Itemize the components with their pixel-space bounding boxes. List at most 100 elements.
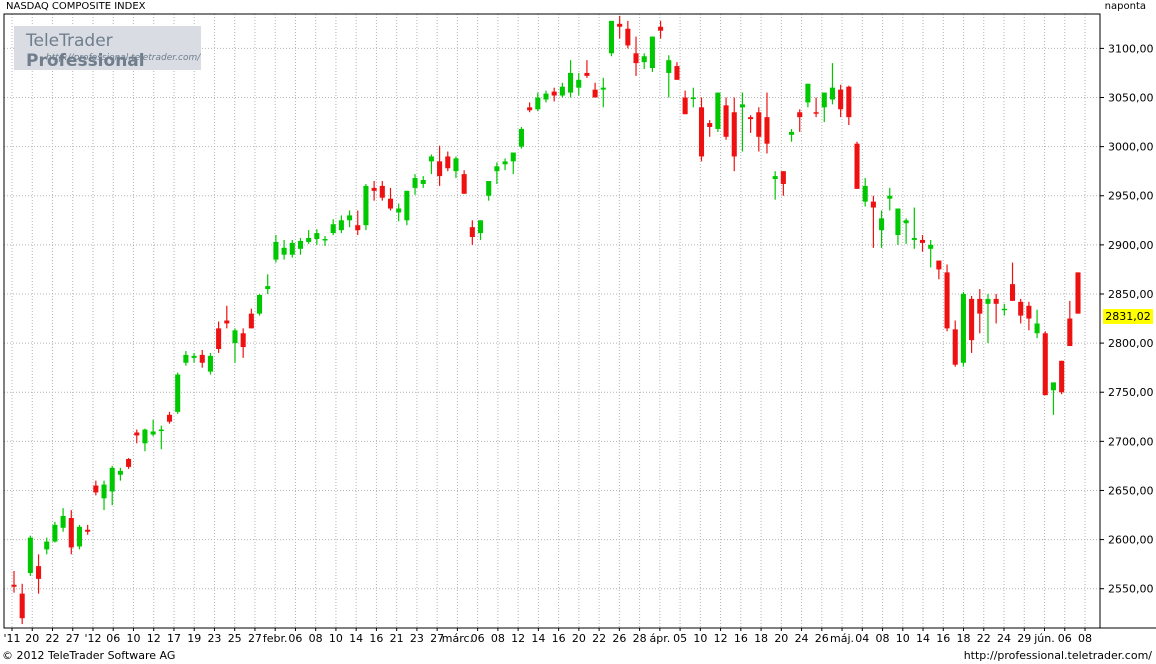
x-tick-label: 21 bbox=[390, 632, 404, 645]
x-tick-label: 10 bbox=[896, 632, 910, 645]
candle-body bbox=[535, 97, 541, 110]
x-tick-label: 29 bbox=[1017, 632, 1031, 645]
candle bbox=[76, 524, 83, 550]
candle-body bbox=[690, 97, 696, 100]
candle-body bbox=[805, 83, 811, 103]
candle bbox=[649, 36, 655, 72]
x-tick-label: 06 bbox=[1058, 632, 1072, 645]
candle-body bbox=[428, 156, 434, 162]
candle-body bbox=[322, 238, 328, 241]
x-tick-label: 26 bbox=[815, 632, 829, 645]
candle-body bbox=[813, 112, 819, 114]
candle-body bbox=[166, 414, 173, 422]
y-tick-label: 3100,00 bbox=[1108, 42, 1154, 55]
candle-body bbox=[625, 28, 631, 46]
candle-body bbox=[731, 112, 737, 157]
x-tick-label: márc. bbox=[442, 632, 473, 645]
candle-body bbox=[1050, 382, 1056, 391]
candle-body bbox=[960, 293, 966, 363]
x-tick-label: ápr. bbox=[649, 632, 670, 645]
x-tick-label: 06 bbox=[471, 632, 485, 645]
x-tick-label: 22 bbox=[977, 632, 991, 645]
candle-body bbox=[396, 208, 402, 213]
candle-body bbox=[715, 92, 721, 129]
candle-body bbox=[60, 516, 66, 528]
x-tick-label: 16 bbox=[369, 632, 383, 645]
y-tick-label: 2850,00 bbox=[1108, 288, 1154, 301]
candle-body bbox=[52, 524, 58, 542]
candle-body bbox=[36, 566, 42, 579]
x-tick-label: 10 bbox=[693, 632, 707, 645]
candle-body bbox=[330, 224, 336, 234]
x-tick-label: 08 bbox=[876, 632, 890, 645]
candle-body bbox=[76, 526, 83, 547]
chart-window: 2550,00 2600,00 2650,00 2700,00 2750,00 2800,… bbox=[0, 0, 1156, 664]
candle-body bbox=[780, 171, 786, 184]
candle-body bbox=[477, 220, 484, 234]
x-tick-label: 25 bbox=[228, 632, 242, 645]
candle-body bbox=[936, 260, 942, 270]
candle-body bbox=[11, 584, 17, 587]
candle-body bbox=[649, 36, 655, 69]
candle-body bbox=[85, 529, 91, 532]
candle-body bbox=[257, 294, 263, 314]
candle-body bbox=[674, 66, 680, 80]
candle-body bbox=[928, 244, 934, 249]
x-tick-label: 14 bbox=[531, 632, 545, 645]
candle bbox=[27, 535, 33, 576]
candle-body bbox=[273, 241, 279, 260]
candle-body bbox=[1001, 308, 1007, 311]
candle bbox=[1075, 272, 1081, 314]
candle bbox=[518, 126, 524, 149]
candle-body bbox=[1075, 272, 1081, 314]
candle bbox=[608, 20, 615, 57]
x-tick-label: 22 bbox=[45, 632, 59, 645]
candle-body bbox=[1009, 284, 1016, 301]
candle-body bbox=[854, 143, 860, 189]
x-tick-label: 28 bbox=[633, 632, 647, 645]
candle-body bbox=[789, 131, 795, 135]
candle-body bbox=[445, 156, 451, 169]
x-tick-label: 08 bbox=[1078, 632, 1092, 645]
candle-body bbox=[387, 198, 394, 209]
candle-body bbox=[559, 86, 565, 96]
candle-body bbox=[297, 240, 303, 249]
x-tick-label: 10 bbox=[329, 632, 343, 645]
candle bbox=[52, 521, 58, 543]
x-tick-label: 08 bbox=[491, 632, 505, 645]
candle-body bbox=[977, 298, 983, 314]
candle-body bbox=[19, 593, 25, 619]
candle-body bbox=[772, 176, 778, 180]
candle-body bbox=[608, 20, 615, 54]
x-tick-label: 22 bbox=[592, 632, 606, 645]
y-tick-label: 2600,00 bbox=[1108, 534, 1154, 547]
candle-body bbox=[379, 185, 385, 198]
chart-title: NASDAQ COMPOSITE INDEX bbox=[6, 1, 146, 12]
candle-body bbox=[494, 166, 500, 172]
candle-body bbox=[707, 123, 713, 127]
candle-body bbox=[191, 355, 197, 358]
candle-body bbox=[142, 429, 148, 444]
candle-body bbox=[355, 225, 361, 231]
candle bbox=[404, 190, 410, 226]
candle-body bbox=[764, 117, 770, 144]
candle bbox=[175, 372, 181, 414]
x-tick-label: 16 bbox=[734, 632, 748, 645]
candle bbox=[1059, 360, 1065, 395]
candle-body bbox=[600, 87, 606, 90]
candle-body bbox=[756, 112, 762, 137]
candle-body bbox=[969, 298, 975, 341]
y-tick-label: 2700,00 bbox=[1108, 435, 1154, 448]
candle-body bbox=[175, 374, 181, 412]
x-tick-label: 12 bbox=[714, 632, 728, 645]
candle-body bbox=[371, 187, 377, 191]
x-tick-label: máj. bbox=[830, 632, 854, 645]
logo-text: TeleTrader Professional bbox=[26, 31, 145, 71]
x-tick-label: 26 bbox=[612, 632, 626, 645]
x-tick-label: '12 bbox=[84, 632, 101, 645]
candle bbox=[363, 183, 369, 231]
y-tick-label: 2750,00 bbox=[1108, 386, 1154, 399]
y-tick-label: 3050,00 bbox=[1108, 92, 1154, 105]
candle-body bbox=[879, 218, 885, 231]
candle-body bbox=[944, 272, 950, 329]
